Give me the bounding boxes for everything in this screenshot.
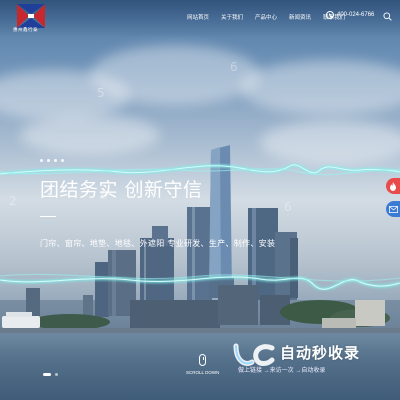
nav-item-home[interactable]: 网站首页 [187,13,209,21]
decor-number: 6 [230,60,238,74]
hero-slogan: 团结务实 创新守信 [40,179,203,201]
nav-item-products[interactable]: 产品中心 [255,13,277,21]
slide-pager [43,373,58,376]
side-fire-button[interactable] [386,178,400,194]
glow-waves [0,163,400,291]
slide-indicator-dots [40,159,64,162]
cloud [90,45,260,105]
main-nav: 网站首页 关于我们 产品中心 新闻资讯 联系我们 [187,13,345,21]
mouse-icon [199,354,207,366]
pager-dot[interactable] [55,373,58,376]
watermark: 自动秒收录 做上链接 →来访一次 →自动收录 [232,338,382,380]
indicator-dot [61,159,64,162]
side-mail-button[interactable] [386,201,400,217]
hero-subtitle: 门帘、窗帘、地垫、地毯、外遮阳 专业研发、生产、制作、安装 [40,239,276,248]
phone-contact[interactable]: 400-024-6766 [326,11,374,19]
indicator-dot [47,159,50,162]
watermark-title: 自动秒收录 [280,345,361,362]
logo-text: 惠州鑫行泰 [13,27,38,32]
scroll-down-button[interactable]: SCROLL DOWN [186,354,219,375]
nav-item-news[interactable]: 新闻资讯 [289,13,311,21]
mail-icon [388,205,398,213]
phone-number: 400-024-6766 [337,12,375,18]
indicator-dot [54,159,57,162]
indicator-dot [40,159,43,162]
watermark-tagline: 做上链接 →来访一次 →自动收录 [238,368,326,374]
pager-dot-active[interactable] [43,373,51,376]
slogan-divider [40,216,56,217]
company-logo[interactable] [17,4,45,28]
top-navbar: 惠州鑫行泰 网站首页 关于我们 产品中心 新闻资讯 联系我们 400-024-6… [0,0,400,38]
scroll-down-label: SCROLL DOWN [186,370,220,375]
decor-number: 5 [97,86,105,100]
nav-item-about[interactable]: 关于我们 [221,13,243,21]
phone-icon [326,11,334,19]
cloud [240,60,400,115]
fire-icon [390,181,396,191]
search-icon[interactable] [383,12,392,21]
